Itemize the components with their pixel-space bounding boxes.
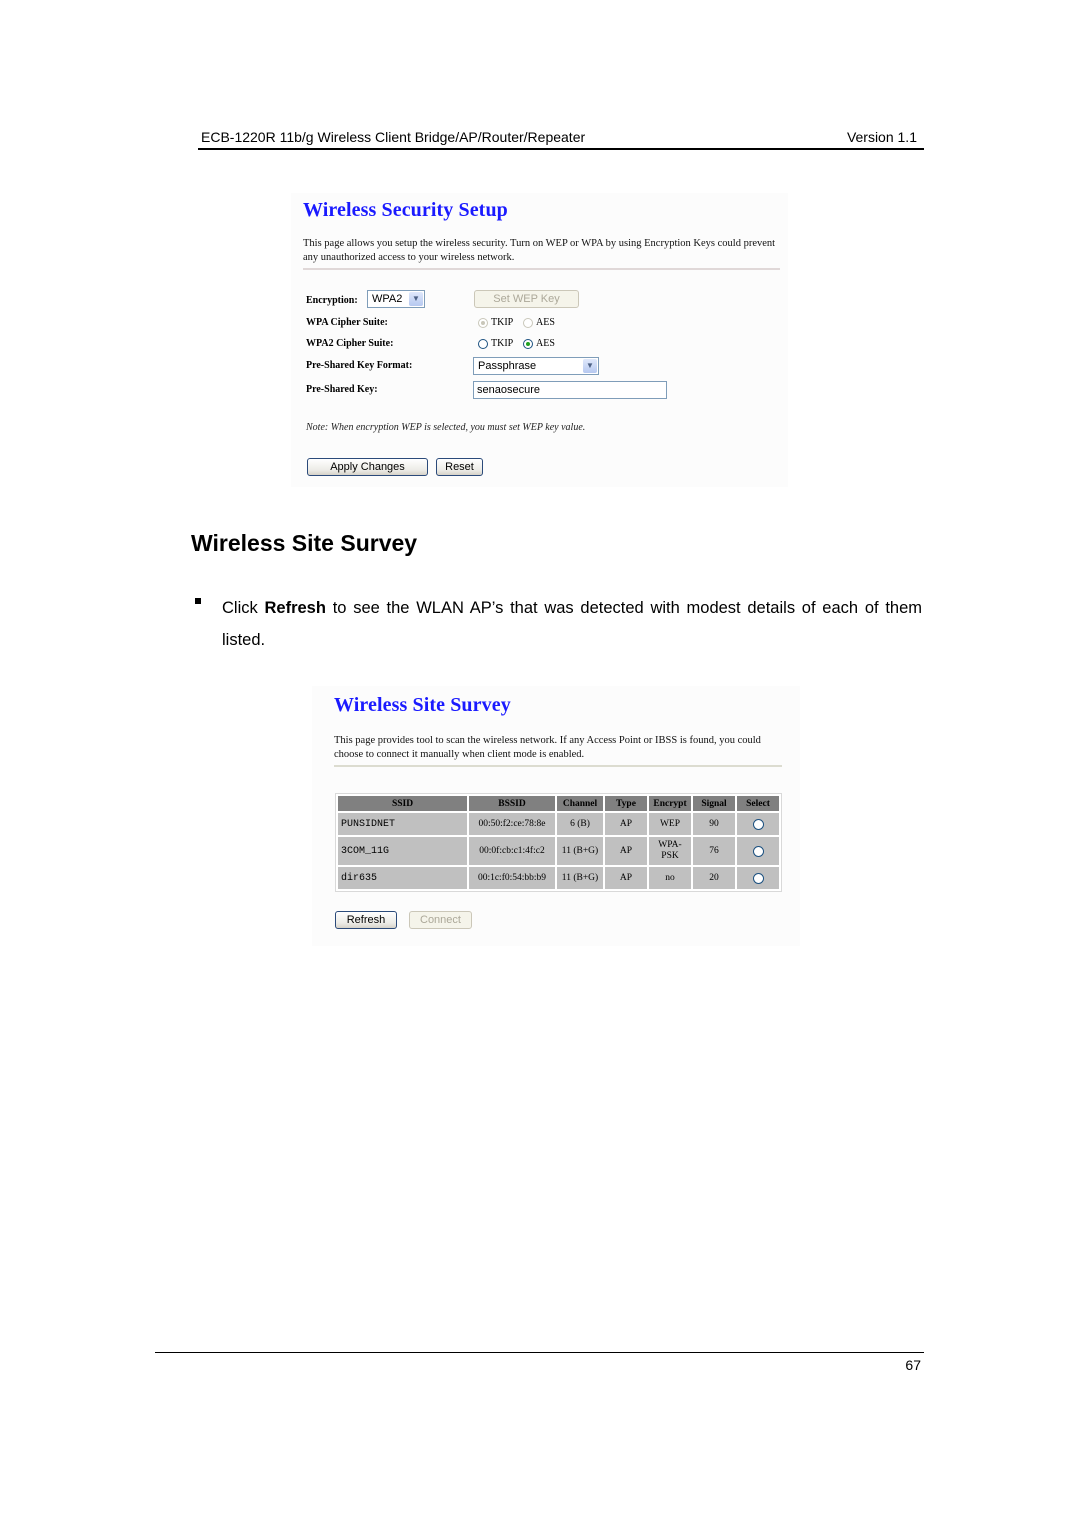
wpa2-aes-label: AES	[536, 338, 555, 349]
channel-cell: 11 (B+G)	[557, 837, 603, 865]
panel-divider	[334, 765, 782, 767]
instruction-bold: Refresh	[264, 599, 326, 617]
instruction-text: to see the WLAN AP’s that was detected w…	[222, 599, 923, 649]
psk-format-label: Pre-Shared Key Format:	[306, 360, 413, 371]
wpa-aes-label: AES	[536, 317, 555, 328]
bssid-cell: 00:0f:cb:c1:4f:c2	[469, 837, 555, 865]
column-header: Type	[605, 796, 647, 811]
column-header: Select	[737, 796, 779, 811]
wpa2-tkip-radio[interactable]	[478, 339, 488, 349]
encrypt-cell: no	[649, 867, 691, 889]
wpa2-aes-radio[interactable]	[523, 339, 533, 349]
set-wep-key-button[interactable]: Set WEP Key	[474, 290, 579, 308]
type-cell: AP	[605, 867, 647, 889]
encrypt-cell: WEP	[649, 813, 691, 835]
table-row: dir635 00:1c:f0:54:bb:b9 11 (B+G) AP no …	[338, 867, 779, 889]
wireless-security-setup-panel: Wireless Security Setup This page allows…	[291, 193, 788, 487]
encrypt-cell: WPA-PSK	[649, 837, 691, 865]
type-cell: AP	[605, 837, 647, 865]
apply-changes-button[interactable]: Apply Changes	[307, 458, 428, 476]
panel-description: This page allows you setup the wireless …	[303, 238, 776, 263]
psk-input[interactable]: senaosecure	[473, 381, 667, 399]
column-header: BSSID	[469, 796, 555, 811]
wpa-tkip-label: TKIP	[491, 317, 514, 328]
bullet-icon	[195, 598, 201, 604]
select-cell	[737, 867, 779, 889]
radio-selected-dot	[526, 342, 530, 346]
select-radio[interactable]	[752, 818, 764, 830]
psk-label: Pre-Shared Key:	[306, 384, 378, 395]
radio-selected-dot	[481, 321, 485, 325]
panel-divider	[303, 268, 780, 270]
panel-title: Wireless Site Survey	[334, 694, 511, 716]
section-instruction: Click Refresh to see the WLAN AP’s that …	[222, 592, 922, 656]
section-heading: Wireless Site Survey	[191, 530, 418, 556]
encryption-select[interactable]: WPA2 ▼	[367, 290, 425, 308]
wpa-tkip-radio[interactable]	[478, 318, 488, 328]
column-header: SSID	[338, 796, 467, 811]
channel-cell: 6 (B)	[557, 813, 603, 835]
column-header: Encrypt	[649, 796, 691, 811]
panel-description: This page provides tool to scan the wire…	[334, 735, 761, 760]
table-row: PUNSIDNET 00:50:f2:ce:78:8e 6 (B) AP WEP…	[338, 813, 779, 835]
panel-title: Wireless Security Setup	[303, 199, 508, 221]
table-row: 3COM_11G 00:0f:cb:c1:4f:c2 11 (B+G) AP W…	[338, 837, 779, 865]
column-header: Signal	[693, 796, 735, 811]
header-rule	[198, 148, 924, 150]
table-header-row: SSID BSSID Channel Type Encrypt Signal S…	[338, 796, 779, 811]
signal-cell: 90	[693, 813, 735, 835]
encryption-value: WPA2	[372, 293, 403, 305]
wep-note: Note: When encryption WEP is selected, y…	[306, 422, 586, 433]
ssid-cell: dir635	[338, 867, 467, 889]
bssid-cell: 00:1c:f0:54:bb:b9	[469, 867, 555, 889]
connect-button[interactable]: Connect	[409, 911, 472, 929]
column-header: Channel	[557, 796, 603, 811]
select-cell	[737, 837, 779, 865]
bssid-cell: 00:50:f2:ce:78:8e	[469, 813, 555, 835]
refresh-button[interactable]: Refresh	[335, 911, 397, 929]
channel-cell: 11 (B+G)	[557, 867, 603, 889]
ssid-cell: PUNSIDNET	[338, 813, 467, 835]
wpa2-cipher-label: WPA2 Cipher Suite:	[306, 338, 394, 349]
select-cell	[737, 813, 779, 835]
chevron-down-icon: ▼	[583, 359, 597, 373]
psk-format-select[interactable]: Passphrase ▼	[473, 357, 599, 375]
encryption-label: Encryption:	[306, 295, 358, 306]
instruction-text: Click	[222, 599, 265, 617]
wpa-cipher-label: WPA Cipher Suite:	[306, 317, 388, 328]
select-radio[interactable]	[752, 845, 764, 857]
wpa-aes-radio[interactable]	[523, 318, 533, 328]
page-number: 67	[905, 1357, 921, 1373]
type-cell: AP	[605, 813, 647, 835]
reset-button[interactable]: Reset	[436, 458, 483, 476]
select-radio[interactable]	[752, 872, 764, 884]
footer-rule	[155, 1352, 924, 1353]
wireless-site-survey-panel: Wireless Site Survey This page provides …	[312, 686, 800, 946]
document-header-title: ECB-1220R 11b/g Wireless Client Bridge/A…	[201, 129, 586, 145]
psk-format-value: Passphrase	[478, 360, 537, 372]
wpa2-tkip-label: TKIP	[491, 338, 514, 349]
signal-cell: 76	[693, 837, 735, 865]
signal-cell: 20	[693, 867, 735, 889]
ssid-cell: 3COM_11G	[338, 837, 467, 865]
document-version: Version 1.1	[846, 129, 917, 145]
site-survey-table: SSID BSSID Channel Type Encrypt Signal S…	[335, 793, 782, 892]
chevron-down-icon: ▼	[409, 292, 423, 306]
